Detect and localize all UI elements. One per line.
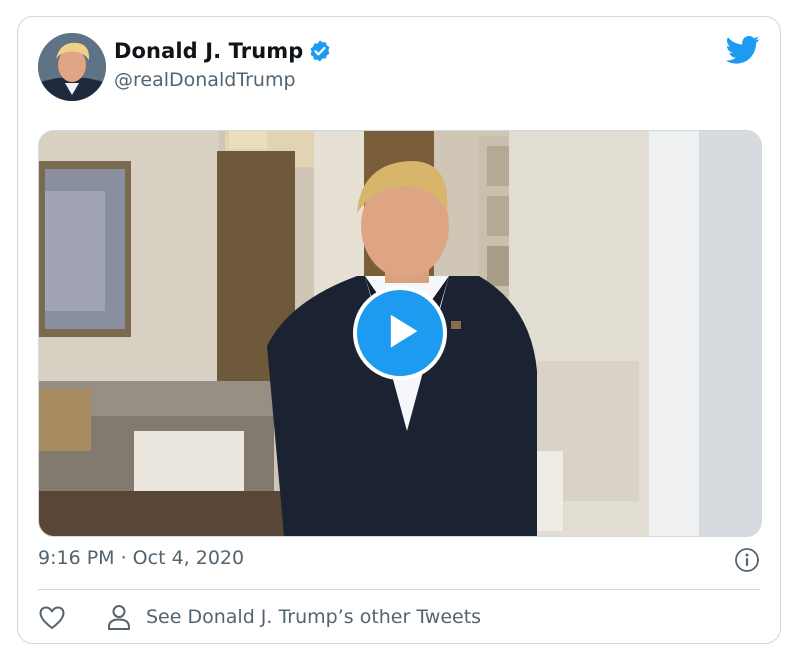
- play-icon: [390, 314, 418, 348]
- tweet-card: Donald J. Trump @realDonaldTrump 9:16 PM…: [17, 16, 781, 644]
- info-icon[interactable]: [734, 547, 760, 573]
- video-player[interactable]: [38, 130, 762, 537]
- verified-badge-icon: [310, 40, 330, 62]
- author-display-name[interactable]: Donald J. Trump: [114, 39, 303, 63]
- avatar[interactable]: [38, 33, 106, 101]
- author-name-row[interactable]: Donald J. Trump: [114, 39, 332, 63]
- see-other-tweets-label[interactable]: See Donald J. Trump’s other Tweets: [146, 606, 481, 628]
- divider: [38, 589, 760, 590]
- heart-icon[interactable]: [38, 604, 66, 632]
- avatar-image: [38, 33, 106, 101]
- see-other-tweets-link[interactable]: See Donald J. Trump’s other Tweets: [106, 603, 481, 631]
- author-handle[interactable]: @realDonaldTrump: [114, 69, 296, 91]
- tweet-timestamp[interactable]: 9:16 PM · Oct 4, 2020: [38, 547, 244, 569]
- twitter-bird-icon[interactable]: [726, 35, 760, 65]
- person-icon: [108, 605, 130, 630]
- play-button[interactable]: [353, 286, 447, 380]
